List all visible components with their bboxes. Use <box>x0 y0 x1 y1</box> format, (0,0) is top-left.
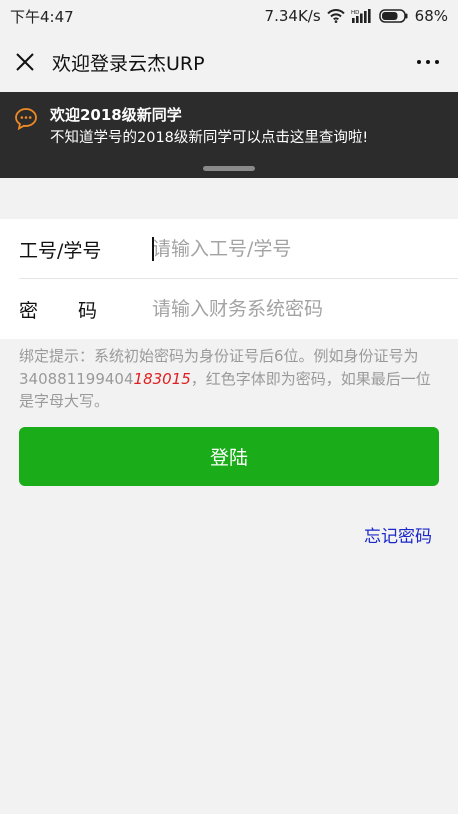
login-button[interactable]: 登陆 <box>19 427 439 486</box>
wifi-icon <box>326 9 345 23</box>
more-button[interactable] <box>398 32 458 92</box>
status-time: 下午4:47 <box>10 7 74 26</box>
binding-hint: 绑定提示：系统初始密码为身份证号后6位。例如身份证号为3408811994041… <box>19 345 444 413</box>
banner-title: 欢迎2018级新同学 <box>50 106 182 124</box>
password-label: 密码 <box>19 299 138 322</box>
signal-icon: HD <box>351 9 371 23</box>
battery-icon <box>378 9 408 23</box>
chat-bubble-icon <box>15 108 37 131</box>
title-bar: 欢迎登录云杰URP <box>0 32 458 92</box>
more-icon <box>417 60 439 64</box>
page-title: 欢迎登录云杰URP <box>52 52 205 75</box>
password-row: 密码 <box>0 279 458 339</box>
text-caret <box>152 237 154 261</box>
status-bar: 下午4:47 7.34K/s HD 68% <box>0 0 458 32</box>
password-input[interactable] <box>152 289 442 329</box>
banner-subtitle: 不知道学号的2018级新同学可以点击这里查询啦! <box>50 130 369 146</box>
login-form: 工号/学号 密码 <box>0 219 458 339</box>
status-indicators: 7.34K/s HD 68% <box>265 7 448 25</box>
id-row: 工号/学号 <box>0 219 458 279</box>
signal-hd-label: HD <box>351 10 359 16</box>
network-speed: 7.34K/s <box>264 7 321 25</box>
close-button[interactable] <box>0 32 50 92</box>
close-icon <box>16 53 34 71</box>
battery-percentage: 68% <box>414 7 448 25</box>
banner-drag-handle[interactable] <box>203 166 255 171</box>
id-input[interactable] <box>152 229 442 269</box>
forgot-password-link[interactable]: 忘记密码 <box>364 522 432 547</box>
id-label: 工号/学号 <box>19 239 102 262</box>
hint-highlight: 183015 <box>133 369 191 388</box>
